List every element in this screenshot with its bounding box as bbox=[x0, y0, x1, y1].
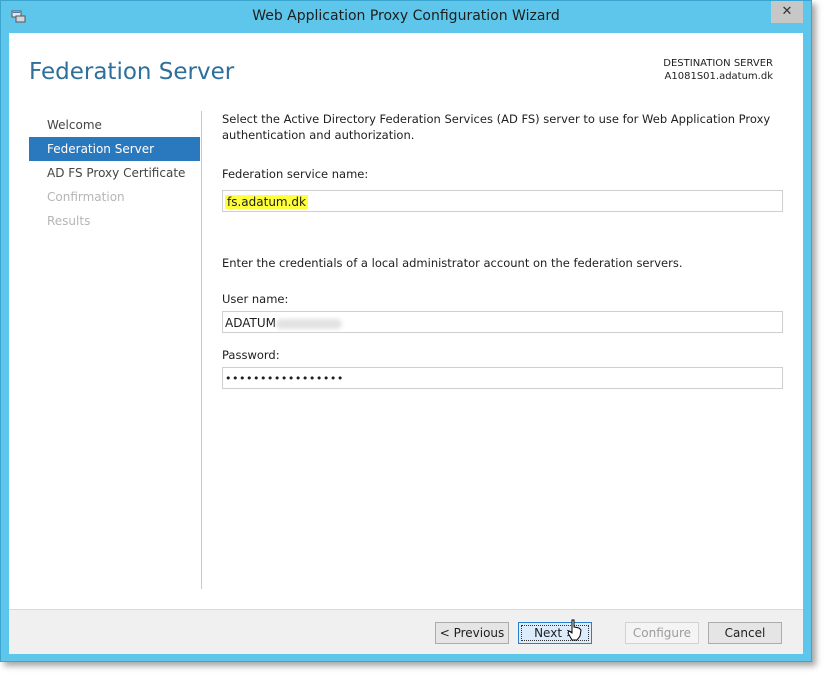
federation-service-label: Federation service name: bbox=[222, 167, 369, 181]
nav-divider bbox=[201, 111, 202, 589]
wizard-steps-nav: Welcome Federation Server AD FS Proxy Ce… bbox=[29, 113, 200, 233]
username-value: ADATUM bbox=[225, 316, 276, 330]
wizard-client-area: Federation Server DESTINATION SERVER A10… bbox=[9, 33, 803, 654]
previous-button[interactable]: < Previous bbox=[435, 622, 509, 644]
close-icon[interactable]: ✕ bbox=[771, 1, 803, 23]
username-input[interactable]: ADATUM bbox=[222, 311, 783, 333]
federation-service-value: fs.adatum.dk bbox=[225, 195, 308, 209]
credentials-instruction: Enter the credentials of a local adminis… bbox=[222, 256, 683, 270]
page-title: Federation Server bbox=[29, 59, 235, 85]
mouse-cursor-icon bbox=[567, 619, 582, 641]
password-value: ••••••••••••••••• bbox=[225, 372, 344, 385]
nav-item-welcome[interactable]: Welcome bbox=[29, 113, 200, 137]
blurred-username-part bbox=[275, 318, 342, 329]
page-description: Select the Active Directory Federation S… bbox=[222, 112, 771, 142]
nav-item-federation-server[interactable]: Federation Server bbox=[29, 137, 200, 161]
username-label: User name: bbox=[222, 292, 289, 306]
destination-label: DESTINATION SERVER bbox=[663, 58, 773, 69]
password-input[interactable]: ••••••••••••••••• bbox=[222, 367, 783, 389]
nav-item-results: Results bbox=[47, 214, 91, 228]
destination-server-info: DESTINATION SERVER A1081S01.adatum.dk bbox=[663, 57, 773, 83]
window-title: Web Application Proxy Configuration Wiza… bbox=[252, 8, 560, 24]
password-label: Password: bbox=[222, 348, 280, 362]
federation-service-input[interactable]: fs.adatum.dk bbox=[222, 190, 783, 212]
wizard-footer: < Previous Next > Configure Cancel bbox=[9, 609, 803, 654]
cancel-button[interactable]: Cancel bbox=[708, 622, 782, 644]
nav-item-adfs-proxy-certificate[interactable]: AD FS Proxy Certificate bbox=[29, 161, 200, 185]
destination-server-name: A1081S01.adatum.dk bbox=[664, 71, 773, 82]
title-bar[interactable]: Web Application Proxy Configuration Wiza… bbox=[1, 1, 811, 33]
wizard-window: Web Application Proxy Configuration Wiza… bbox=[0, 0, 812, 662]
nav-item-confirmation: Confirmation bbox=[47, 190, 125, 204]
configure-button: Configure bbox=[625, 622, 699, 644]
